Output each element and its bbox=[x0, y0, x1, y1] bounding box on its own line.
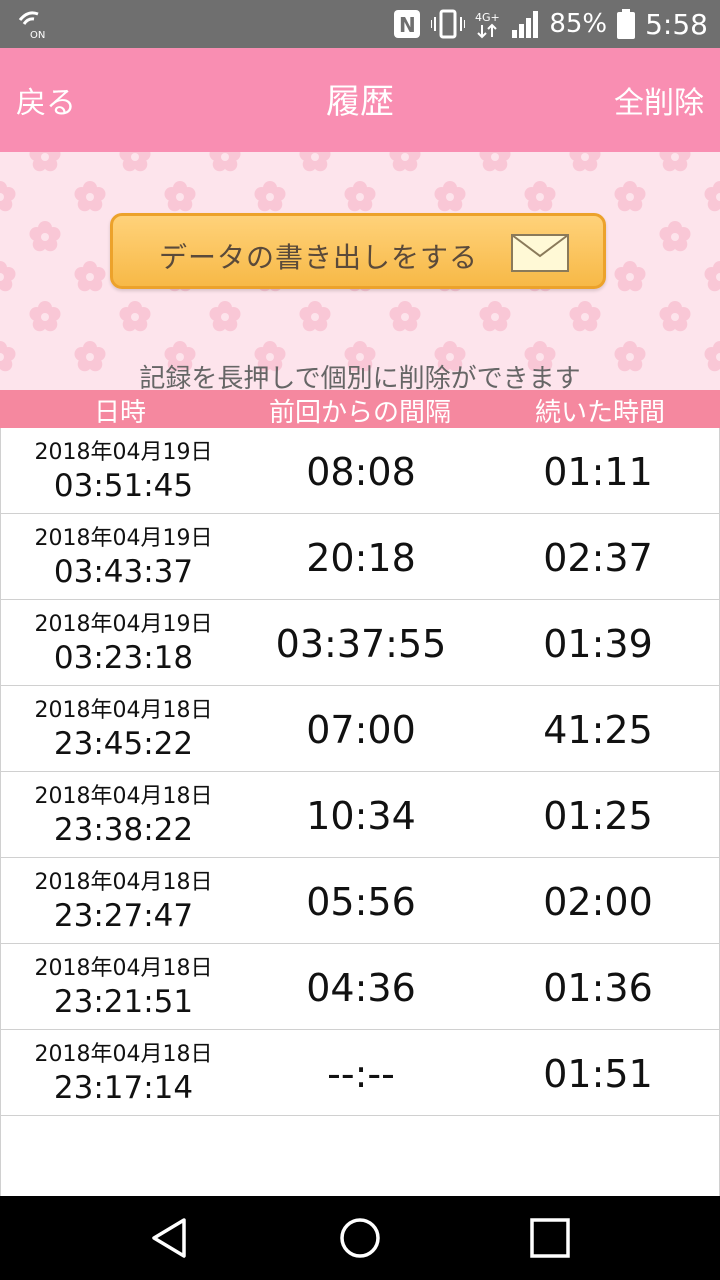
delete-all-button[interactable]: 全削除 bbox=[614, 78, 704, 122]
row-date: 2018年04月19日 bbox=[34, 526, 213, 551]
history-row[interactable]: 2018年04月19日 03:23:18 03:37:55 01:39 bbox=[0, 600, 720, 686]
row-date: 2018年04月18日 bbox=[34, 956, 213, 981]
status-bar: ON N 4G+ 85% 5:58 bbox=[0, 0, 720, 48]
row-interval: 07:00 bbox=[306, 708, 416, 752]
column-header-interval: 前回からの間隔 bbox=[268, 398, 451, 428]
export-data-button[interactable]: データの書き出しをする bbox=[110, 213, 606, 289]
page-title: 履歴 bbox=[326, 82, 394, 122]
clock: 5:58 bbox=[645, 7, 708, 41]
history-row[interactable]: 2018年04月18日 23:17:14 --:-- 01:51 bbox=[0, 1030, 720, 1116]
row-date: 2018年04月18日 bbox=[34, 698, 213, 723]
row-interval: --:-- bbox=[327, 1052, 395, 1096]
svg-text:ON: ON bbox=[30, 30, 45, 40]
history-row[interactable]: 2018年04月18日 23:21:51 04:36 01:36 bbox=[0, 944, 720, 1030]
long-press-hint: 記録を長押しで個別に削除ができます bbox=[139, 364, 581, 390]
row-duration: 01:11 bbox=[543, 450, 653, 494]
history-row[interactable]: 2018年04月18日 23:45:22 07:00 41:25 bbox=[0, 686, 720, 772]
back-nav-icon[interactable] bbox=[148, 1216, 192, 1260]
wifi-calling-icon: ON bbox=[18, 11, 45, 40]
row-duration: 01:39 bbox=[543, 622, 653, 666]
row-time: 23:21:51 bbox=[53, 984, 194, 1020]
title-bar: 戻る 履歴 全削除 bbox=[0, 48, 720, 152]
row-duration: 02:00 bbox=[543, 880, 653, 924]
row-interval: 10:34 bbox=[306, 794, 416, 838]
battery-percent: 85% bbox=[549, 9, 608, 39]
row-interval: 20:18 bbox=[306, 536, 416, 580]
battery-icon bbox=[617, 9, 636, 39]
home-nav-icon[interactable] bbox=[338, 1216, 382, 1260]
column-header-duration: 続いた時間 bbox=[534, 398, 665, 428]
row-date: 2018年04月18日 bbox=[34, 870, 213, 895]
row-time: 23:45:22 bbox=[53, 726, 194, 762]
svg-text:4G+: 4G+ bbox=[475, 11, 500, 24]
navigation-bar bbox=[0, 1196, 720, 1280]
row-date: 2018年04月18日 bbox=[34, 784, 213, 809]
recents-nav-icon[interactable] bbox=[528, 1216, 572, 1260]
row-interval: 05:56 bbox=[306, 880, 416, 924]
network-4g-icon: 4G+ bbox=[475, 11, 500, 39]
mail-icon bbox=[511, 234, 569, 272]
svg-text:N: N bbox=[399, 13, 416, 37]
row-interval: 08:08 bbox=[306, 450, 416, 494]
row-time: 03:23:18 bbox=[53, 640, 194, 676]
history-row[interactable]: 2018年04月19日 03:51:45 08:08 01:11 bbox=[0, 428, 720, 514]
vibrate-icon bbox=[431, 9, 466, 39]
history-row[interactable]: 2018年04月18日 23:38:22 10:34 01:25 bbox=[0, 772, 720, 858]
row-time: 23:17:14 bbox=[53, 1070, 194, 1106]
nfc-icon: N bbox=[394, 10, 421, 38]
row-duration: 41:25 bbox=[543, 708, 653, 752]
row-duration: 01:51 bbox=[543, 1052, 653, 1096]
history-row[interactable]: 2018年04月19日 03:43:37 20:18 02:37 bbox=[0, 514, 720, 600]
row-interval: 03:37:55 bbox=[275, 622, 447, 666]
row-date: 2018年04月19日 bbox=[34, 612, 213, 637]
row-time: 03:43:37 bbox=[53, 554, 194, 590]
table-header: 日時 前回からの間隔 続いた時間 bbox=[0, 390, 720, 428]
history-row[interactable]: 2018年04月18日 23:27:47 05:56 02:00 bbox=[0, 858, 720, 944]
row-interval: 04:36 bbox=[306, 966, 416, 1010]
row-time: 23:38:22 bbox=[53, 812, 194, 848]
export-button-label: データの書き出しをする bbox=[159, 241, 479, 274]
row-duration: 01:36 bbox=[543, 966, 653, 1010]
list-empty-space bbox=[0, 1116, 720, 1196]
history-list: 2018年04月19日 03:51:45 08:08 01:11 2018年04… bbox=[0, 428, 720, 1116]
row-duration: 01:25 bbox=[543, 794, 653, 838]
signal-icon bbox=[512, 11, 539, 38]
row-date: 2018年04月19日 bbox=[34, 440, 213, 465]
row-time: 23:27:47 bbox=[53, 898, 194, 934]
export-panel: データの書き出しをする 記録を長押しで個別に削除ができます bbox=[0, 152, 720, 390]
row-time: 03:51:45 bbox=[53, 468, 194, 504]
row-duration: 02:37 bbox=[543, 536, 653, 580]
row-date: 2018年04月18日 bbox=[34, 1042, 213, 1067]
column-header-datetime: 日時 bbox=[93, 398, 146, 428]
